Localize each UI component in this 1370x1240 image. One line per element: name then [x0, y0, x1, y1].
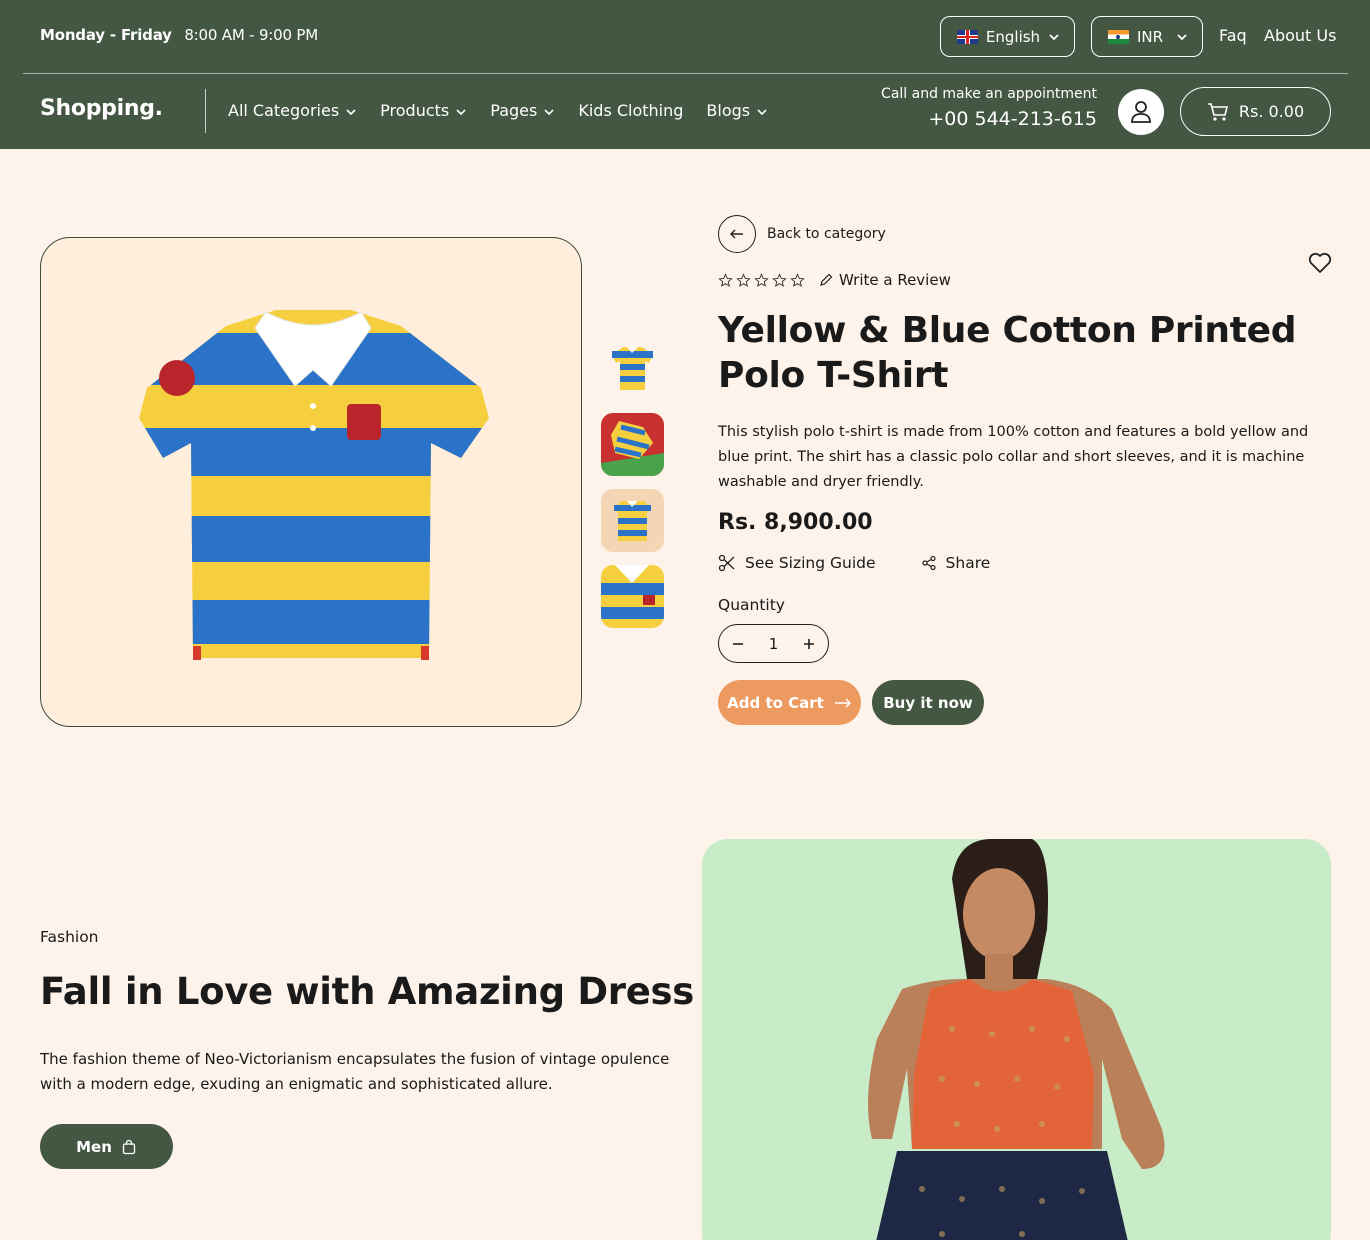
site-logo[interactable]: Shopping. [40, 96, 163, 121]
star-outline-icon [754, 272, 769, 287]
woman-in-orange-top-image [702, 839, 1331, 1240]
decrease-quantity-button[interactable] [731, 637, 745, 651]
promo-eyebrow: Fashion [40, 928, 99, 946]
write-review-link[interactable]: Write a Review [819, 271, 951, 289]
language-value: English [985, 27, 1041, 46]
faq-link[interactable]: Faq [1219, 26, 1247, 45]
promo-heading: Fall in Love with Amazing Dress [40, 970, 694, 1013]
polo-lifestyle-thumbnail-image [601, 413, 664, 476]
share-label: Share [945, 554, 991, 572]
back-to-category-link[interactable]: Back to category [718, 215, 886, 253]
language-select[interactable]: English [940, 16, 1075, 57]
product-thumbnail-4[interactable] [601, 565, 664, 628]
nav-label: Pages [490, 101, 538, 120]
chevron-down-icon [1177, 33, 1187, 40]
back-label: Back to category [767, 226, 886, 242]
buy-now-button[interactable]: Buy it now [872, 680, 984, 725]
nav-products[interactable]: Products [380, 101, 467, 120]
product-title: Yellow & Blue Cotton Printed Polo T-Shir… [718, 310, 1297, 396]
logo-divider [205, 89, 206, 133]
pencil-icon [820, 273, 833, 286]
site-header: Monday - Friday 8:00 AM - 9:00 PM Englis… [0, 0, 1370, 149]
star-outline-icon [718, 272, 733, 287]
share-icon [921, 555, 936, 571]
scissors-icon [718, 554, 735, 572]
promo-text: The fashion theme of Neo-Victorianism en… [40, 1050, 670, 1093]
add-to-cart-button[interactable]: Add to Cart [718, 680, 861, 725]
quantity-stepper: 1 [718, 624, 829, 663]
polo-shirt-image [139, 310, 489, 660]
hours-time: 8:00 AM - 9:00 PM [184, 26, 318, 44]
product-main-image[interactable] [40, 237, 582, 727]
add-to-cart-label: Add to Cart [727, 693, 824, 712]
star-outline-icon [790, 272, 805, 287]
star-outline-icon [736, 272, 751, 287]
sizing-guide-link[interactable]: See Sizing Guide [718, 554, 876, 572]
sizing-label: See Sizing Guide [745, 554, 876, 572]
polo-closeup-thumbnail-image [601, 565, 664, 628]
main-nav: All Categories Products Pages Kids Cloth… [228, 101, 768, 120]
user-icon [1131, 101, 1151, 123]
uk-flag-icon [957, 29, 978, 44]
men-label: Men [76, 1137, 112, 1156]
arrow-left-icon [718, 215, 756, 253]
minus-icon [733, 642, 743, 645]
hours-days: Monday - Friday [40, 26, 172, 44]
product-actions: See Sizing Guide Share [718, 554, 990, 572]
quantity-value[interactable]: 1 [769, 635, 779, 653]
chevron-down-icon [757, 109, 767, 116]
header-divider [23, 73, 1348, 74]
rating-row: Write a Review [718, 271, 951, 289]
share-link[interactable]: Share [921, 554, 991, 572]
chevron-down-icon [456, 109, 466, 116]
cart-button[interactable]: Rs. 0.00 [1180, 87, 1331, 136]
shopping-bag-icon [122, 1139, 136, 1154]
arrow-right-icon [834, 697, 851, 708]
currency-value: INR [1137, 27, 1164, 46]
star-outline-icon [772, 272, 787, 287]
chevron-down-icon [346, 109, 356, 116]
india-flag-icon [1108, 29, 1129, 44]
product-description: This stylish polo t-shirt is made from 1… [718, 424, 1309, 490]
cart-icon [1207, 102, 1228, 121]
chevron-down-icon [544, 109, 554, 116]
product-thumbnail-2[interactable] [601, 413, 664, 476]
nav-kids-clothing[interactable]: Kids Clothing [578, 101, 683, 120]
product-price: Rs. 8,900.00 [718, 510, 873, 535]
phone-number[interactable]: +00 544-213-615 [881, 108, 1097, 130]
nav-label: All Categories [228, 101, 340, 120]
rating-stars[interactable] [718, 272, 805, 288]
nav-blogs[interactable]: Blogs [706, 101, 768, 120]
business-hours: Monday - Friday 8:00 AM - 9:00 PM [40, 26, 318, 44]
nav-label: Blogs [706, 101, 751, 120]
buy-now-label: Buy it now [883, 693, 973, 712]
nav-label: Kids Clothing [578, 101, 684, 120]
about-us-link[interactable]: About Us [1264, 26, 1336, 45]
chevron-down-icon [1049, 33, 1059, 40]
nav-all-categories[interactable]: All Categories [228, 101, 357, 120]
heart-icon[interactable] [1307, 250, 1333, 276]
nav-pages[interactable]: Pages [490, 101, 555, 120]
product-thumbnail-1[interactable] [601, 337, 664, 400]
increase-quantity-button[interactable] [802, 637, 816, 651]
polo-thumbnail-image [601, 337, 664, 400]
nav-label: Products [380, 101, 450, 120]
review-label: Write a Review [839, 271, 951, 289]
quantity-label: Quantity [718, 596, 785, 614]
promo-model-image[interactable] [702, 839, 1331, 1240]
plus-icon [803, 638, 814, 649]
appointment-contact: Call and make an appointment +00 544-213… [881, 86, 1097, 130]
men-button[interactable]: Men [40, 1124, 173, 1169]
account-button[interactable] [1118, 89, 1164, 135]
product-thumbnail-3[interactable] [601, 489, 664, 552]
currency-select[interactable]: INR [1091, 16, 1203, 57]
polo-folded-thumbnail-image [601, 489, 664, 552]
appointment-label: Call and make an appointment [881, 86, 1097, 102]
cart-total: Rs. 0.00 [1238, 102, 1305, 121]
